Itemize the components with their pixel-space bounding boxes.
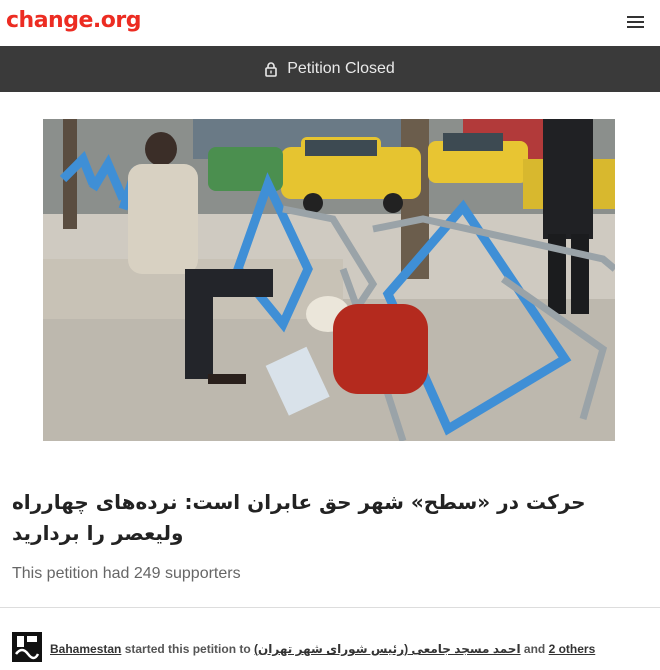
started-label: started this petition to xyxy=(121,642,255,656)
supporters-count: This petition had 249 supporters xyxy=(12,565,241,582)
and-label: and xyxy=(520,642,549,656)
section-divider xyxy=(0,607,660,608)
avatar[interactable] xyxy=(12,632,42,662)
petition-status-text: Petition Closed xyxy=(287,60,395,77)
lock-icon xyxy=(265,61,277,77)
petition-starter-line: Bahamestan started this petition to احمد… xyxy=(12,632,652,664)
hamburger-menu-icon[interactable] xyxy=(627,16,644,29)
change-org-logo[interactable]: change.org xyxy=(6,8,141,33)
petition-status-bar: Petition Closed xyxy=(0,46,660,92)
author-link[interactable]: Bahamestan xyxy=(50,642,121,656)
others-link[interactable]: 2 others xyxy=(549,642,596,656)
petition-hero-image xyxy=(43,119,615,441)
starter-text: Bahamestan started this petition to احمد… xyxy=(50,642,595,656)
top-navigation-bar: change.org xyxy=(0,0,660,46)
target-link[interactable]: احمد مسجد جامعی (رئیس شورای شهر تهران) xyxy=(254,642,521,656)
petition-title: حرکت در «سطح» شهر حق عابران است: نرده‌ها… xyxy=(12,490,586,545)
